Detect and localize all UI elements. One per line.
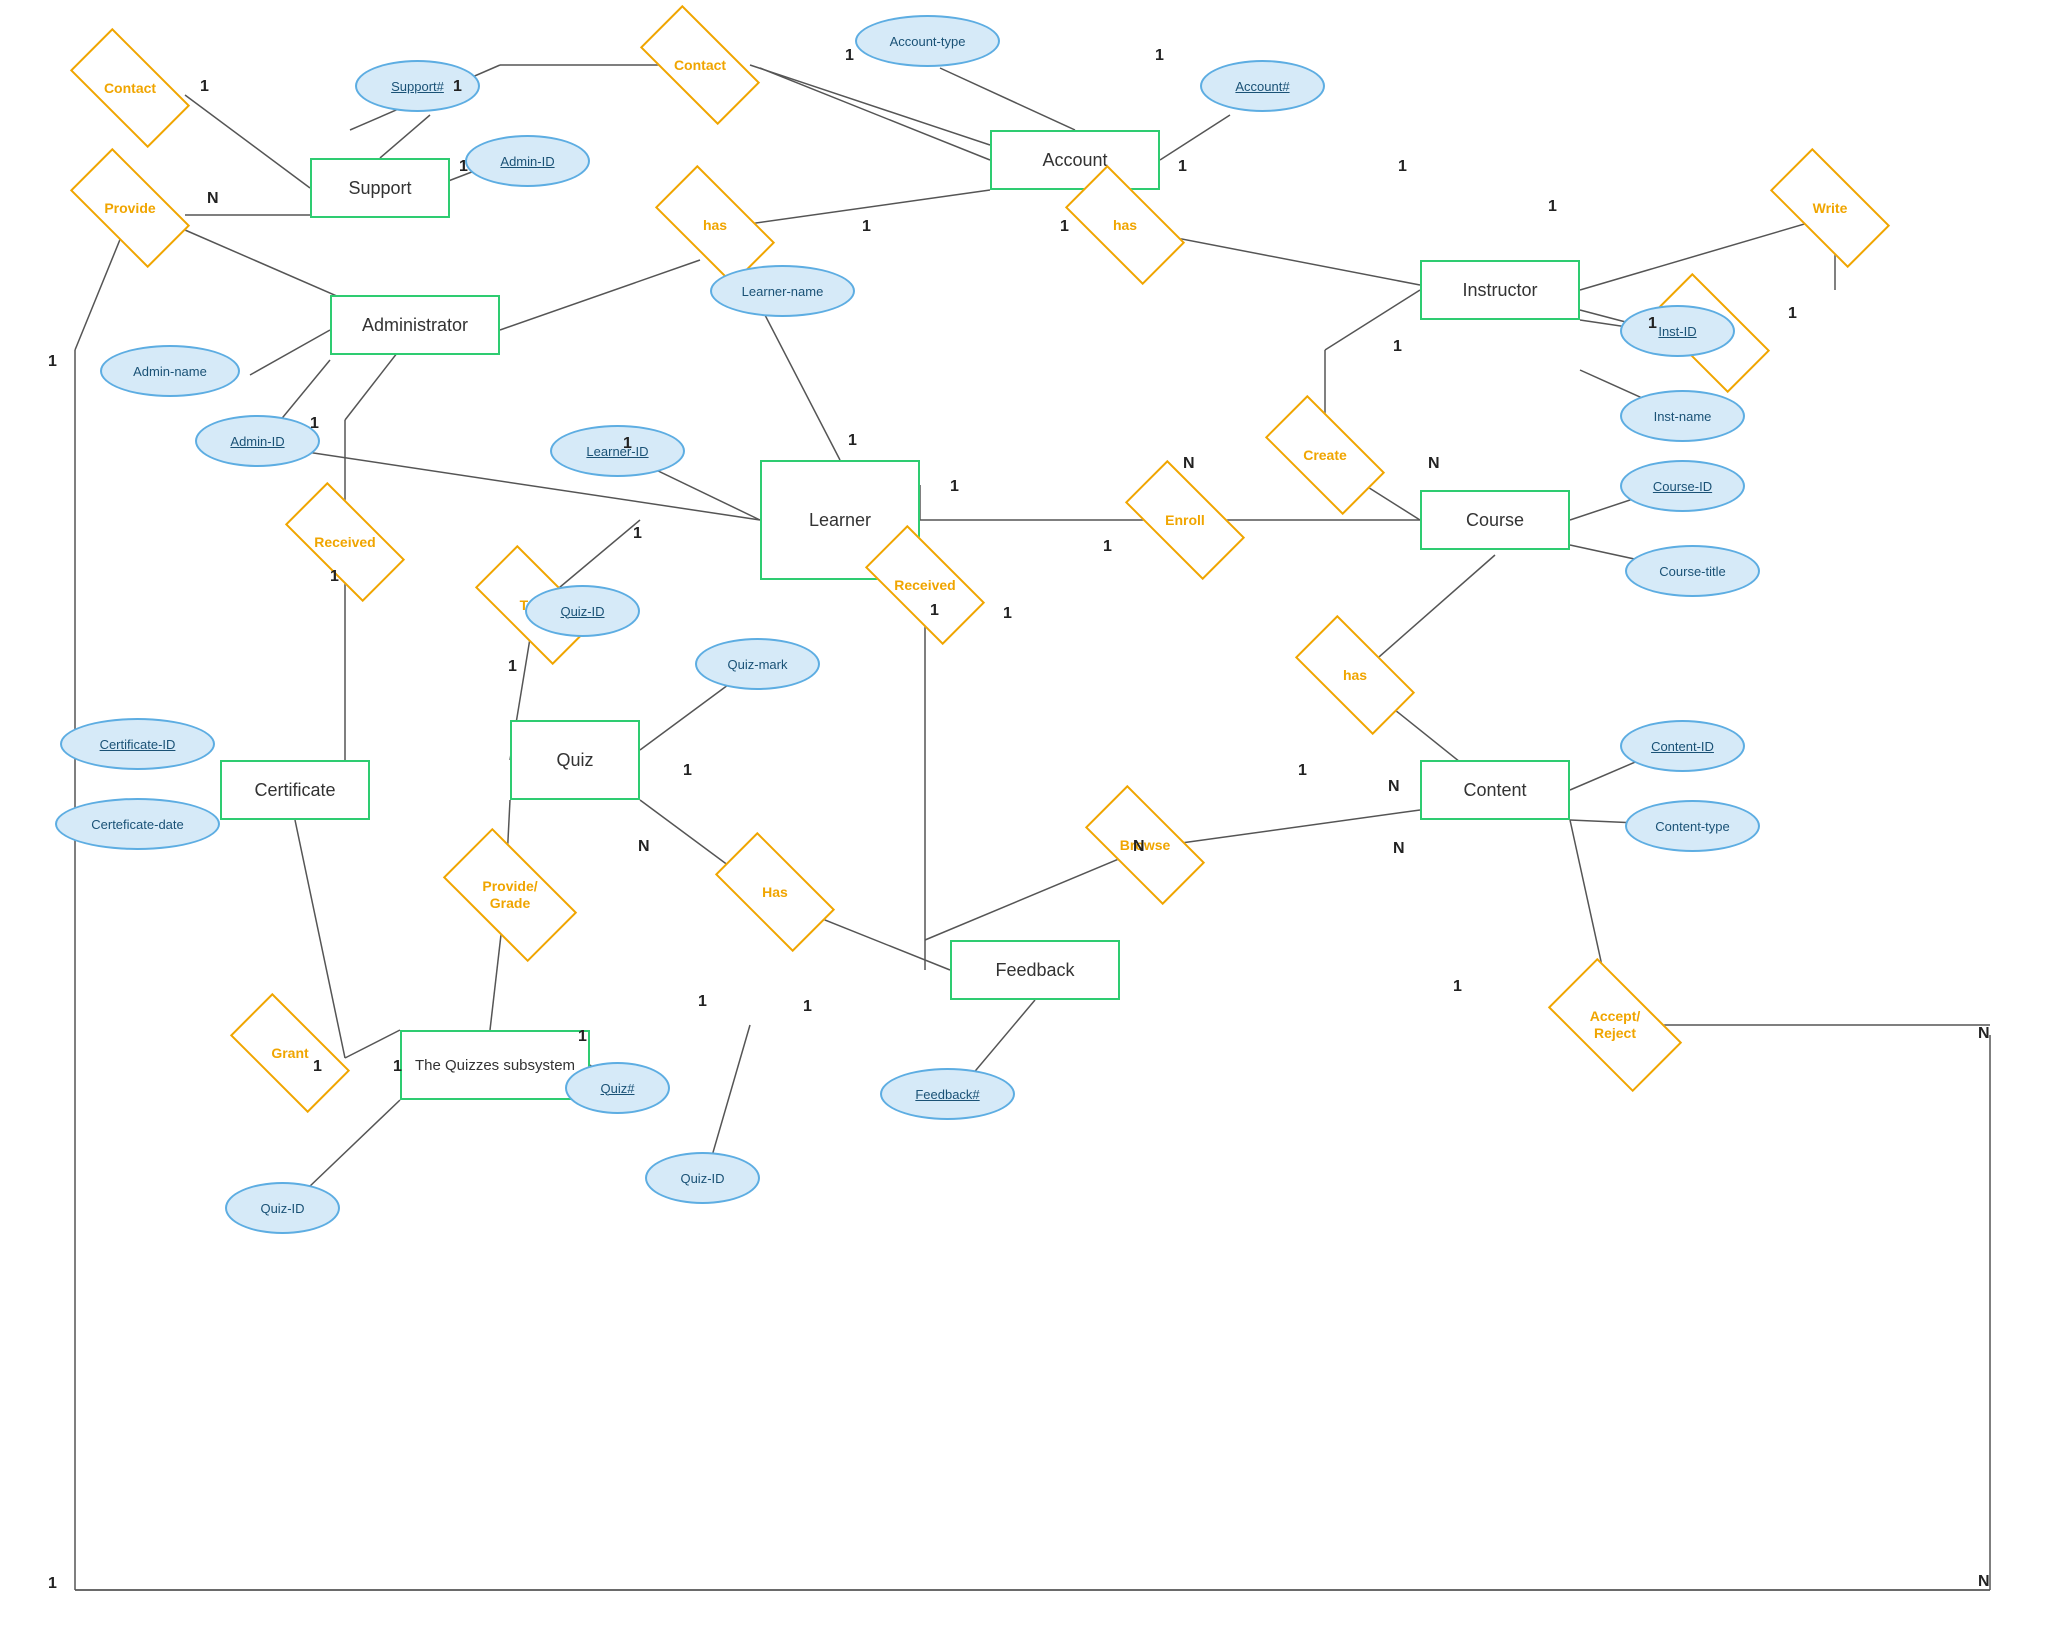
rel-grant: Grant [235,1023,345,1083]
card-18: 1 [1003,605,1012,623]
card-34: 1 [698,993,707,1011]
attr-learner-name: Learner-name [710,265,855,317]
card-7: 1 [862,218,871,236]
attr-course-title: Course-title [1625,545,1760,597]
rel-provide: Provide [75,178,185,238]
rel-received2: Received [870,555,980,615]
card-29: N [1393,840,1405,858]
card-8: 1 [1060,218,1069,236]
card-14: 1 [1393,338,1402,356]
attr-learner-id: Learner-ID [550,425,685,477]
card-39: 1 [310,415,319,433]
card-35: N [1978,1025,1990,1043]
entity-quiz: Quiz [510,720,640,800]
card-41: 1 [930,602,939,620]
rel-accept-reject: Accept/Reject [1555,990,1675,1060]
card-26: N [1133,838,1145,856]
rel-has1: has [660,195,770,255]
card-9: 1 [1178,158,1187,176]
card-32: 1 [393,1058,402,1076]
card-3: 1 [453,78,462,96]
rel-write: Write [1775,178,1885,238]
card-5: 1 [845,47,854,65]
attr-course-id: Course-ID [1620,460,1745,512]
entity-certificate: Certificate [220,760,370,820]
er-diagram: Account Support Administrator Learner In… [0,0,2059,1632]
attr-inst-name: Inst-name [1620,390,1745,442]
attr-inst-id: Inst-ID [1620,305,1735,357]
attr-quiz-id1: Quiz-ID [525,585,640,637]
attr-admin-id1: Admin-ID [465,135,590,187]
card-10: 1 [1398,158,1407,176]
attr-cert-id: Certificate-ID [60,718,215,770]
card-13: 1 [1648,315,1657,333]
card-21: 1 [623,435,632,453]
attr-feedback-num: Feedback# [880,1068,1015,1120]
card-1: 1 [200,78,209,96]
card-6: 1 [1155,47,1164,65]
entity-content: Content [1420,760,1570,820]
attr-quiz-mark: Quiz-mark [695,638,820,690]
entity-support: Support [310,158,450,218]
card-24: N [638,838,650,856]
entity-feedback: Feedback [950,940,1120,1000]
card-27: 1 [1298,762,1307,780]
card-15: N [1428,455,1440,473]
attr-quiz-num: Quiz# [565,1062,670,1114]
card-28: N [1388,778,1400,796]
entity-quizzes-subsystem: The Quizzes subsystem [400,1030,590,1100]
attr-account-type: Account-type [855,15,1000,67]
rel-contact2: Contact [645,35,755,95]
rel-enroll: Enroll [1130,490,1240,550]
card-37: 1 [48,1575,57,1593]
attr-cert-date: Certeficate-date [55,798,220,850]
card-20: 1 [633,525,642,543]
card-22: 1 [683,762,692,780]
entity-course: Course [1420,490,1570,550]
rel-received1: Received [290,512,400,572]
entity-instructor: Instructor [1420,260,1580,320]
card-30: 1 [1453,978,1462,996]
card-19: 1 [848,432,857,450]
rel-create: Create [1270,425,1380,485]
entity-administrator: Administrator [330,295,500,355]
attr-admin-name: Admin-name [100,345,240,397]
rel-provide-grade: Provide/Grade [450,860,570,930]
attr-content-id: Content-ID [1620,720,1745,772]
entity-account: Account [990,130,1160,190]
card-23: 1 [508,658,517,676]
card-12: 1 [1788,305,1797,323]
attr-account-num: Account# [1200,60,1325,112]
card-16: N [1183,455,1195,473]
card-2: N [207,190,219,208]
card-17: 1 [1103,538,1112,556]
card-36: N [1978,1573,1990,1591]
card-40: 1 [330,568,339,586]
attr-content-type: Content-type [1625,800,1760,852]
card-42: 1 [950,478,959,496]
card-25: 1 [803,998,812,1016]
attr-quiz-id3: Quiz-ID [225,1182,340,1234]
card-31: 1 [313,1058,322,1076]
card-33: 1 [578,1028,587,1046]
attr-quiz-id2: Quiz-ID [645,1152,760,1204]
rel-has3: has [1300,645,1410,705]
card-38: 1 [48,353,57,371]
card-4: 1 [459,158,468,176]
card-11: 1 [1548,198,1557,216]
rel-browse: Browse [1090,815,1200,875]
rel-has4: Has [720,862,830,922]
rel-has2: has [1070,195,1180,255]
attr-admin-id2: Admin-ID [195,415,320,467]
rel-contact1: Contact [75,58,185,118]
